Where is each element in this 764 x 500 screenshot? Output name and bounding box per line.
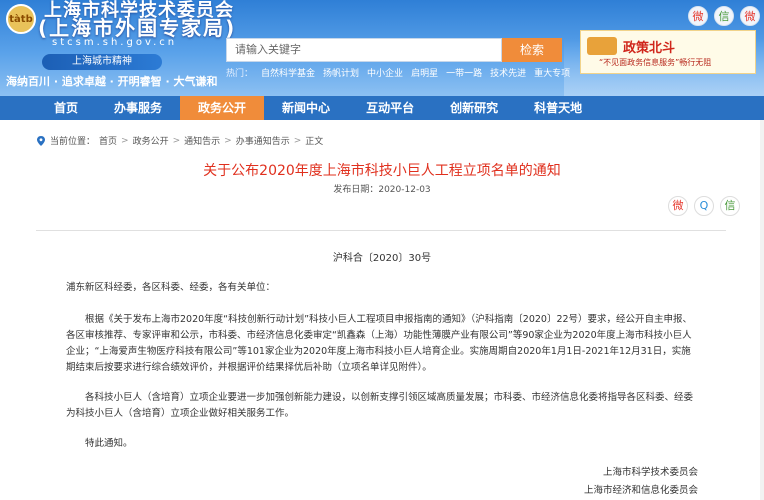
- share-weibo-icon[interactable]: 微: [668, 196, 688, 216]
- signer: 上海市经济和信息化委员会: [583, 485, 698, 496]
- city-spirit-label: 上海城市精神: [42, 54, 162, 70]
- breadcrumb: 当前位置： 首页 > 政务公开 > 通知告示 > 办事通知告示 > 正文: [36, 134, 323, 147]
- scrollbar-track[interactable]: [760, 120, 764, 500]
- hot-link[interactable]: 重大专项: [534, 66, 570, 79]
- article-signers: 上海市科学技术委员会 上海市经济和信息化委员会: [584, 464, 698, 500]
- article-closing: 特此通知。: [85, 438, 133, 449]
- share-qq-icon[interactable]: Q: [694, 196, 714, 216]
- site-logo[interactable]: tàtb: [6, 4, 36, 34]
- signer: 上海市科学技术委员会: [602, 467, 698, 478]
- hot-link[interactable]: 启明星: [411, 66, 438, 79]
- breadcrumb-separator: >: [172, 135, 181, 146]
- article-paragraph: 根据《关于发布上海市2020年度“科技创新行动计划”科技小巨人工程项目申报指南的…: [66, 314, 693, 373]
- nav-item-science-pop[interactable]: 科普天地: [516, 96, 600, 120]
- nav-item-interaction[interactable]: 互动平台: [348, 96, 432, 120]
- hot-link[interactable]: 技术先进: [490, 66, 526, 79]
- article-paragraph: 各科技小巨人（含培育）立项企业要进一步加强创新能力建设，以创新支撑引领区域高质量…: [66, 392, 694, 419]
- site-header: tàtb 上海市科学技术委员会 (上海市外国专家局) stcsm.sh.gov.…: [0, 0, 764, 96]
- site-domain: stcsm.sh.gov.cn: [52, 37, 178, 48]
- search-button[interactable]: 检索: [502, 38, 562, 62]
- policy-banner[interactable]: 政策北斗 “不见面政务信息服务”畅行无阻: [580, 30, 756, 74]
- nav-item-services[interactable]: 办事服务: [96, 96, 180, 120]
- breadcrumb-item[interactable]: 办事通知告示: [236, 134, 290, 147]
- breadcrumb-item[interactable]: 通知告示: [184, 134, 220, 147]
- breadcrumb-separator: >: [224, 135, 232, 146]
- hot-link[interactable]: 扬帆计划: [323, 66, 359, 79]
- document-number: 沪科合〔2020〕30号: [332, 253, 432, 264]
- breadcrumb-item: 正文: [305, 137, 324, 147]
- share-wechat-icon[interactable]: 信: [720, 196, 740, 216]
- nav-item-home[interactable]: 首页: [36, 96, 96, 120]
- policy-banner-title: 政策北斗: [623, 41, 676, 56]
- article-title: 关于公布2020年度上海市科技小巨人工程立项名单的通知: [203, 163, 561, 179]
- hot-link[interactable]: 中小企业: [367, 66, 403, 79]
- breadcrumb-prefix: 当前位置：: [50, 137, 96, 147]
- nav-item-gov-affairs[interactable]: 政务公开: [180, 96, 265, 120]
- policy-banner-mark: [587, 37, 617, 55]
- share-bar: 微 Q 信: [668, 196, 740, 216]
- hot-links-label: 热门：: [226, 69, 254, 79]
- weibo-alt-icon[interactable]: 微: [740, 6, 760, 26]
- breadcrumb-separator: >: [293, 135, 302, 146]
- hot-link[interactable]: 一带一路: [446, 66, 482, 79]
- breadcrumb-item[interactable]: 政务公开: [133, 134, 169, 147]
- article-pubdate: 发布日期：2020-12-03: [333, 185, 431, 195]
- search-input[interactable]: 请输入关键字: [226, 38, 502, 62]
- main-nav: 首页 办事服务 政务公开 新闻中心 互动平台 创新研究 科普天地: [0, 96, 764, 120]
- breadcrumb-item[interactable]: 首页: [99, 134, 117, 147]
- policy-banner-subtitle: “不见面政务信息服务”畅行无阻: [599, 58, 712, 67]
- nav-item-news[interactable]: 新闻中心: [264, 96, 348, 120]
- city-spirit-text: 海纳百川 · 追求卓越 · 开明睿智 · 大气谦和: [6, 75, 218, 88]
- social-links: 微 信 微: [688, 6, 760, 26]
- breadcrumb-separator: >: [121, 135, 129, 146]
- location-icon: [36, 135, 46, 146]
- hot-links: 热门： 自然科学基金 扬帆计划 中小企业 启明星 一带一路 技术先进 重大专项: [226, 66, 570, 79]
- title-divider: [36, 230, 726, 231]
- article-greeting: 浦东新区科经委，各区科委、经委，各有关单位：: [66, 282, 276, 293]
- weibo-icon[interactable]: 微: [688, 6, 708, 26]
- wechat-icon[interactable]: 信: [714, 6, 734, 26]
- hot-link[interactable]: 自然科学基金: [261, 66, 315, 79]
- article-body: 浦东新区科经委，各区科委、经委，各有关单位： 根据《关于发布上海市2020年度“…: [66, 280, 696, 466]
- nav-item-research[interactable]: 创新研究: [432, 96, 516, 120]
